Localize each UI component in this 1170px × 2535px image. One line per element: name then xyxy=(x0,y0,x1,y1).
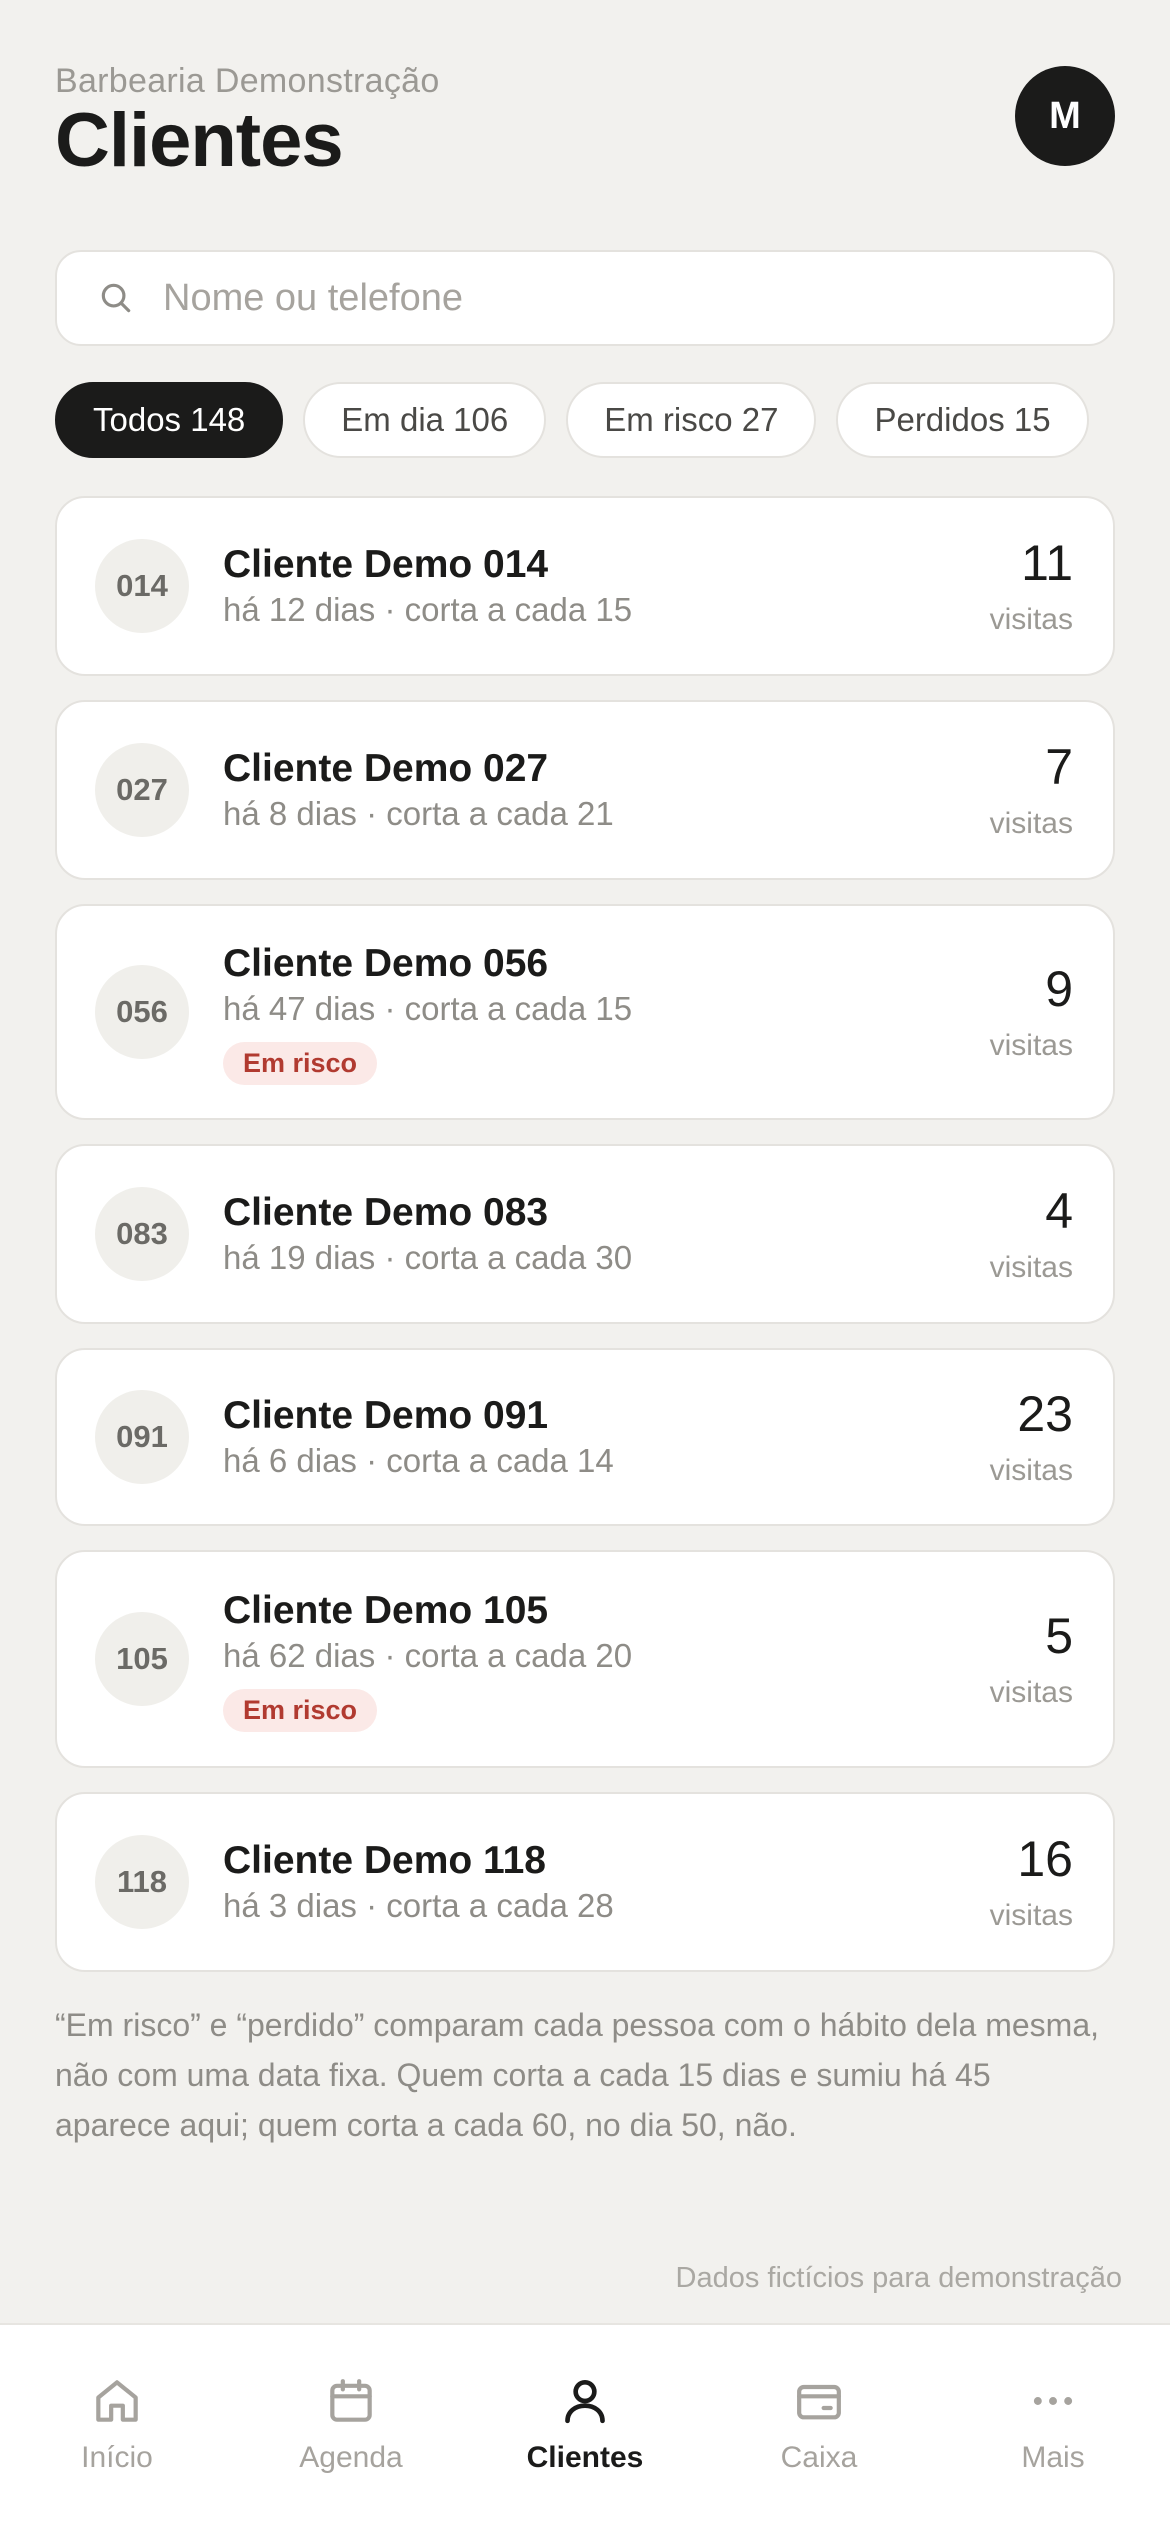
client-card[interactable]: 056 Cliente Demo 056 há 47 dias · corta … xyxy=(55,904,1115,1120)
search-bar[interactable] xyxy=(55,250,1115,346)
client-name: Cliente Demo 056 xyxy=(223,941,549,985)
client-meta: há 19 dias · corta a cada 30 xyxy=(223,1239,633,1276)
client-number-avatar: 118 xyxy=(95,1835,189,1929)
client-card[interactable]: 014 Cliente Demo 014 há 12 dias · corta … xyxy=(55,496,1115,676)
tab-label: Mais xyxy=(1021,2441,1085,2474)
client-number-avatar: 105 xyxy=(95,1612,189,1706)
tab-inicio[interactable]: Início xyxy=(0,2325,234,2535)
client-name: Cliente Demo 027 xyxy=(223,747,549,790)
risk-badge: Em risco xyxy=(223,1041,378,1085)
client-list: 014 Cliente Demo 014 há 12 dias · corta … xyxy=(55,496,1115,1996)
business-name: Barbearia Demonstração xyxy=(55,62,440,100)
client-meta: há 3 dias · corta a cada 28 xyxy=(223,1887,614,1924)
tab-label: Clientes xyxy=(526,2441,644,2474)
client-card[interactable]: 027 Cliente Demo 027 há 8 dias · corta a… xyxy=(55,700,1115,880)
tab-label: Caixa xyxy=(780,2441,858,2474)
visit-label: visitas xyxy=(989,807,1073,840)
tab-mais[interactable]: Mais xyxy=(936,2325,1170,2535)
visit-label: visitas xyxy=(989,1251,1073,1284)
client-number-avatar: 091 xyxy=(95,1390,189,1484)
risk-explanation-note: “Em risco” e “perdido” comparam cada pes… xyxy=(55,2007,1099,2143)
bottom-tab-bar: Início Agenda Clientes Caixa Mais xyxy=(0,2323,1170,2535)
client-card[interactable]: 118 Cliente Demo 118 há 3 dias · corta a… xyxy=(55,1792,1115,1972)
tab-label: Início xyxy=(81,2441,153,2474)
visit-count: 11 xyxy=(1021,535,1073,591)
wallet-icon xyxy=(797,2384,841,2420)
demo-disclaimer: Dados fictícios para demonstração xyxy=(675,2262,1123,2294)
filter-perdidos[interactable]: Perdidos 15 xyxy=(836,382,1089,458)
client-number-avatar: 083 xyxy=(95,1187,189,1281)
client-card[interactable]: 083 Cliente Demo 083 há 19 dias · corta … xyxy=(55,1144,1115,1324)
search-icon xyxy=(101,283,131,313)
visit-label: visitas xyxy=(989,1676,1073,1709)
client-meta: há 47 dias · corta a cada 15 xyxy=(223,989,633,1027)
visit-label: visitas xyxy=(989,1029,1073,1062)
header: Barbearia Demonstração Clientes M xyxy=(55,62,1115,192)
visit-count: 16 xyxy=(1017,1831,1073,1887)
client-name: Cliente Demo 014 xyxy=(223,543,549,586)
visit-count: 5 xyxy=(1045,1608,1073,1664)
avatar[interactable]: M xyxy=(1015,66,1115,166)
calendar-icon xyxy=(330,2379,372,2422)
client-number-avatar: 056 xyxy=(95,965,189,1059)
client-meta: há 12 dias · corta a cada 15 xyxy=(223,591,633,628)
client-name: Cliente Demo 083 xyxy=(223,1191,549,1234)
client-card[interactable]: 105 Cliente Demo 105 há 62 dias · corta … xyxy=(55,1550,1115,1768)
filter-em-dia[interactable]: Em dia 106 xyxy=(303,382,547,458)
home-icon xyxy=(96,2380,138,2422)
visit-count: 7 xyxy=(1045,739,1073,795)
client-meta: há 62 dias · corta a cada 20 xyxy=(223,1636,633,1674)
visit-label: visitas xyxy=(989,1454,1073,1487)
client-name: Cliente Demo 105 xyxy=(223,1588,549,1632)
user-icon xyxy=(565,2380,605,2424)
client-meta: há 8 dias · corta a cada 21 xyxy=(223,795,614,832)
visit-label: visitas xyxy=(989,603,1073,636)
page-title: Clientes xyxy=(55,98,344,183)
visit-count: 9 xyxy=(1045,961,1073,1017)
tab-agenda[interactable]: Agenda xyxy=(234,2325,468,2535)
tab-label: Agenda xyxy=(299,2441,403,2474)
visit-label: visitas xyxy=(989,1899,1073,1932)
client-name: Cliente Demo 118 xyxy=(223,1839,546,1882)
visit-count: 4 xyxy=(1045,1183,1073,1239)
client-meta: há 6 dias · corta a cada 14 xyxy=(223,1442,614,1479)
visit-count: 23 xyxy=(1017,1386,1073,1442)
client-number-avatar: 014 xyxy=(95,539,189,633)
filter-todos[interactable]: Todos 148 xyxy=(55,382,284,458)
search-input[interactable] xyxy=(163,276,1063,320)
tab-clientes[interactable]: Clientes xyxy=(468,2325,702,2535)
tab-caixa[interactable]: Caixa xyxy=(702,2325,936,2535)
client-name: Cliente Demo 091 xyxy=(223,1394,549,1437)
client-card[interactable]: 091 Cliente Demo 091 há 6 dias · corta a… xyxy=(55,1348,1115,1526)
filter-chips: Todos 148 Em dia 106 Em risco 27 Perdido… xyxy=(55,382,1089,458)
more-icon xyxy=(1033,2397,1073,2405)
risk-badge: Em risco xyxy=(223,1688,378,1732)
filter-em-risco[interactable]: Em risco 27 xyxy=(566,382,817,458)
client-number-avatar: 027 xyxy=(95,743,189,837)
